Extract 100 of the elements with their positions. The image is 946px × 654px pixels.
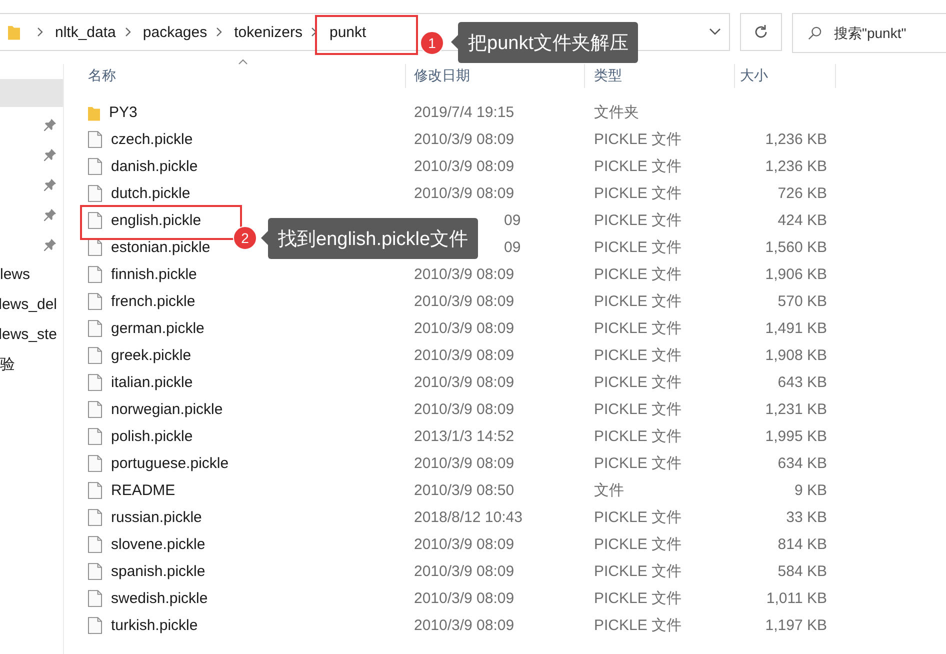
column-header[interactable]: 修改日期	[406, 64, 585, 88]
file-name[interactable]: portuguese.pickle	[111, 455, 229, 472]
file-name[interactable]: french.pickle	[111, 293, 196, 310]
file-name[interactable]: slovene.pickle	[111, 536, 206, 553]
file-size: 1,011 KB	[765, 590, 828, 607]
file-icon	[88, 131, 102, 148]
callout-pointer	[451, 35, 458, 49]
modified-date: 2010/3/9 08:09	[413, 563, 516, 580]
modified-date: 2010/3/9 08:09	[413, 455, 516, 472]
file-size: 1,236 KB	[764, 158, 828, 175]
file-name[interactable]: spanish.pickle	[111, 563, 206, 580]
file-type: PICKLE 文件	[593, 454, 683, 473]
folder-icon	[8, 24, 20, 40]
modified-date: 09	[503, 212, 522, 229]
file-size: 1,231 KB	[764, 401, 828, 418]
file-name[interactable]: finnish.pickle	[111, 266, 197, 283]
chevron-icon	[124, 27, 131, 37]
file-name[interactable]: norwegian.pickle	[111, 401, 223, 418]
chevron-icon	[37, 27, 43, 37]
file-type: PICKLE 文件	[593, 265, 683, 284]
file-size: 1,236 KB	[764, 131, 828, 148]
file-size: 726 KB	[776, 185, 828, 202]
file-name[interactable]: swedish.pickle	[111, 590, 208, 607]
modified-date: 2010/3/9 08:09	[413, 401, 516, 418]
refresh-button[interactable]	[740, 13, 782, 51]
file-name[interactable]: dutch.pickle	[111, 185, 190, 202]
pin-icon	[44, 118, 57, 130]
breadcrumb[interactable]: nltk_data	[55, 24, 116, 40]
file-icon	[88, 293, 102, 310]
step-badge: 1	[420, 31, 444, 55]
file-type: PICKLE 文件	[593, 292, 683, 311]
file-icon	[88, 617, 102, 634]
file-size: 424 KB	[776, 212, 828, 229]
file-name[interactable]: README	[111, 482, 176, 499]
folder-icon	[88, 104, 100, 120]
column-header[interactable]: 大小	[735, 64, 836, 88]
pin-icon	[44, 148, 57, 160]
file-icon	[88, 401, 102, 418]
dropdown-caret-icon[interactable]	[709, 28, 722, 36]
callout-pointer	[261, 231, 268, 245]
file-name[interactable]: greek.pickle	[111, 347, 192, 364]
file-size: 584 KB	[776, 563, 828, 580]
file-icon	[88, 212, 102, 229]
search-icon	[807, 26, 822, 40]
file-type: PICKLE 文件	[593, 427, 683, 446]
step-badge: 2	[233, 226, 257, 250]
modified-date: 2010/3/9 08:50	[413, 482, 516, 499]
breadcrumb[interactable]: tokenizers	[234, 24, 302, 40]
file-size: 643 KB	[776, 374, 828, 391]
file-icon	[88, 158, 102, 175]
file-size: 634 KB	[776, 455, 828, 472]
modified-date: 2010/3/9 08:09	[413, 617, 516, 634]
column-header[interactable]: 类型	[585, 64, 735, 88]
pin-icon	[44, 178, 57, 190]
file-icon	[88, 428, 102, 445]
file-name[interactable]: russian.pickle	[111, 509, 202, 526]
file-icon	[88, 185, 102, 202]
modified-date: 2010/3/9 08:09	[413, 185, 516, 202]
file-icon	[88, 482, 102, 499]
file-name[interactable]: danish.pickle	[111, 158, 198, 175]
file-type: PICKLE 文件	[593, 562, 683, 581]
file-name[interactable]: PY3	[109, 104, 138, 121]
sidebar-item[interactable]: lews	[0, 259, 63, 289]
file-type: PICKLE 文件	[593, 184, 683, 203]
file-type: PICKLE 文件	[593, 508, 683, 527]
file-icon	[88, 455, 102, 472]
search-box[interactable]: 搜索"punkt"	[792, 13, 946, 53]
file-name[interactable]: czech.pickle	[111, 131, 193, 148]
breadcrumb[interactable]: packages	[142, 24, 208, 40]
modified-date: 2019/7/4 19:15	[413, 104, 516, 121]
file-size: 1,197 KB	[764, 617, 828, 634]
file-type: PICKLE 文件	[593, 157, 683, 176]
file-name[interactable]: german.pickle	[111, 320, 204, 337]
column-header[interactable]: 名称	[64, 64, 406, 88]
file-size: 814 KB	[776, 536, 828, 553]
file-type: PICKLE 文件	[593, 616, 683, 635]
file-size: 1,491 KB	[764, 320, 828, 337]
sidebar-item[interactable]: 验	[0, 349, 63, 379]
file-size: 9 KB	[793, 482, 828, 499]
chevron-icon	[216, 27, 222, 37]
modified-date: 2010/3/9 08:09	[413, 158, 516, 175]
breadcrumb[interactable]: punkt	[329, 24, 366, 40]
file-name[interactable]: turkish.pickle	[111, 617, 198, 634]
file-icon	[88, 563, 102, 580]
file-size: 1,560 KB	[764, 239, 828, 256]
file-size: 33 KB	[785, 509, 828, 526]
sidebar-item[interactable]: lews_ste	[0, 319, 63, 349]
file-name[interactable]: estonian.pickle	[111, 239, 210, 256]
file-name[interactable]: italian.pickle	[111, 374, 193, 391]
modified-date: 2013/1/3 14:52	[413, 428, 516, 445]
file-name[interactable]: polish.pickle	[111, 428, 193, 445]
file-size: 570 KB	[776, 293, 828, 310]
file-type: PICKLE 文件	[593, 319, 683, 338]
modified-date: 2010/3/9 08:09	[413, 266, 516, 283]
file-type: PICKLE 文件	[593, 373, 683, 392]
file-name[interactable]: english.pickle	[111, 212, 202, 229]
file-type: PICKLE 文件	[593, 346, 683, 365]
modified-date: 2010/3/9 08:09	[413, 320, 516, 337]
sidebar-item[interactable]: lews_del	[0, 289, 63, 319]
file-type: PICKLE 文件	[593, 130, 683, 149]
